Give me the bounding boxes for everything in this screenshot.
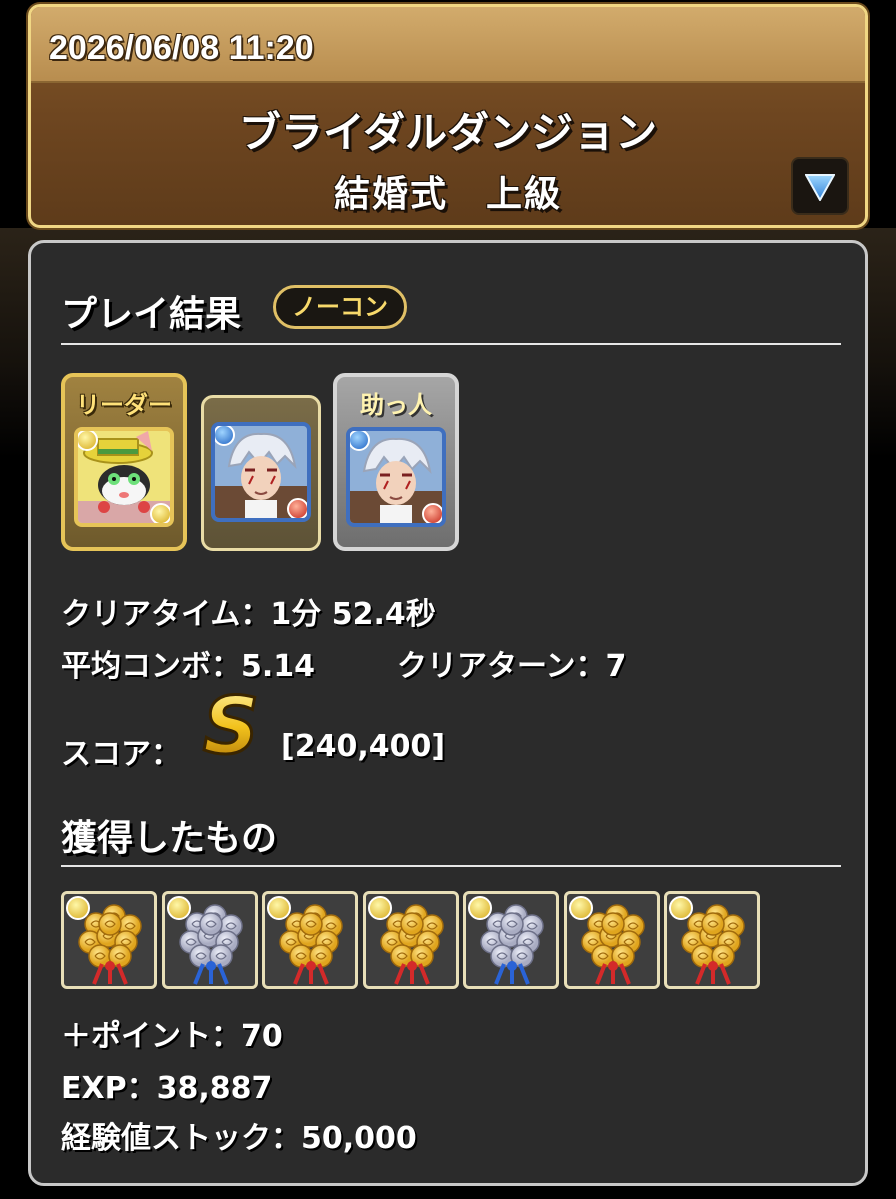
gold-rose-bouquet-icon[interactable] [664, 891, 760, 989]
fire-attribute-icon [287, 498, 307, 518]
average-combo: 平均コンボ：5.14 [61, 649, 316, 684]
team-slot-helper[interactable]: 助っ人 [333, 373, 459, 551]
score-label: スコア： [61, 737, 181, 772]
s-rank-icon: S [201, 685, 260, 765]
light-attribute-icon [267, 896, 291, 920]
light-attribute-icon [78, 431, 98, 451]
svg-text:S: S [203, 685, 259, 765]
gold-rose-bouquet-icon[interactable] [362, 891, 459, 989]
rewards-title: 獲得したもの [61, 818, 278, 859]
gold-rose-bouquet-icon[interactable] [563, 891, 660, 989]
light-attribute-icon [150, 503, 170, 523]
dungeon-header: 2026/06/08 11:20 ブライダルダンジョン 結婚式 上級 [28, 4, 868, 228]
clear-time: クリアタイム：1分 52.4秒 [61, 597, 436, 632]
exp-stock: 経験値ストック：50,000 [61, 1121, 417, 1156]
light-attribute-icon [669, 896, 693, 920]
team-slot-leader[interactable]: リーダー [61, 373, 187, 551]
exp-gained: EXP：38,887 [61, 1071, 273, 1106]
helper-label: 助っ人 [360, 391, 432, 419]
light-attribute-icon [166, 896, 191, 920]
plus-points: ＋ポイント：70 [61, 1019, 283, 1054]
bride-cat-monster-icon [74, 427, 174, 527]
clear-turns: クリアターン：7 [397, 649, 627, 684]
gold-rose-bouquet-icon[interactable] [262, 891, 358, 989]
no-continue-badge: ノーコン [273, 285, 407, 329]
floor-name: 結婚式 上級 [333, 174, 562, 215]
light-attribute-icon [568, 896, 593, 920]
leader-label: リーダー [76, 391, 172, 419]
rewards-divider [61, 865, 841, 867]
silver-rose-bouquet-icon[interactable] [161, 891, 258, 989]
fire-attribute-icon [422, 503, 442, 523]
light-attribute-icon [66, 896, 90, 920]
play-result-title: プレイ結果 [61, 294, 242, 335]
dungeon-name: ブライダルダンジョン [238, 108, 658, 157]
light-attribute-icon [367, 896, 392, 920]
water-attribute-icon [350, 431, 370, 451]
light-attribute-icon [468, 896, 492, 920]
silver-rose-bouquet-icon[interactable] [463, 891, 559, 989]
play-datetime: 2026/06/08 11:20 [49, 29, 314, 67]
triangle-down-icon [805, 174, 835, 201]
gintoki-monster-icon [346, 427, 446, 527]
result-divider [61, 343, 841, 345]
team-slot-sub[interactable] [201, 395, 321, 551]
result-panel: プレイ結果 ノーコン リーダー 助っ人 クリアタイム：1分 52.4秒 平均コン… [28, 240, 868, 1186]
expand-dropdown-button[interactable] [791, 157, 849, 215]
gold-rose-bouquet-icon[interactable] [61, 891, 157, 989]
gintoki-monster-icon [211, 422, 311, 522]
water-attribute-icon [215, 426, 235, 446]
score-value: [240,400] [281, 729, 446, 764]
